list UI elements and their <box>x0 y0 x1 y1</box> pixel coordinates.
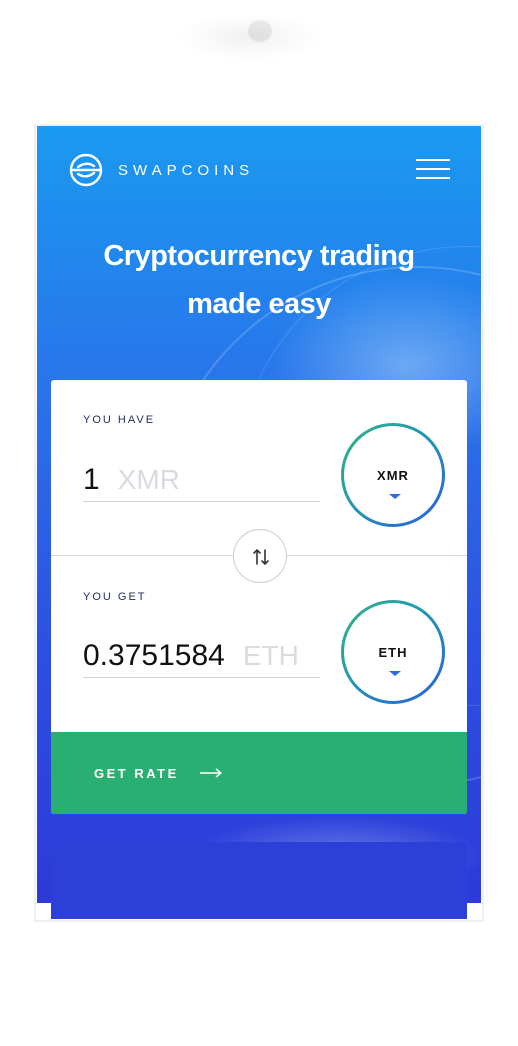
you-have-unit: XMR <box>117 463 180 495</box>
you-have-amount[interactable]: 1 <box>83 463 100 497</box>
chevron-down-icon <box>389 671 401 676</box>
decorative-dot <box>248 20 272 42</box>
you-get-label: YOU GET <box>83 591 147 603</box>
headline-line-2: made easy <box>187 288 331 320</box>
from-coin-selector[interactable]: XMR <box>341 423 445 527</box>
you-have-label: YOU HAVE <box>83 414 156 426</box>
arrow-right-icon <box>199 768 222 778</box>
to-coin-label: ETH <box>378 645 408 660</box>
swapcoins-logo-icon <box>69 153 103 187</box>
swap-button[interactable] <box>233 529 287 583</box>
swap-arrows-icon <box>253 549 269 565</box>
page: SWAPCOINS Cryptocurrency trading made ea… <box>0 0 518 1046</box>
get-rate-button[interactable]: GET RATE <box>51 732 467 814</box>
lower-section <box>51 842 467 919</box>
hamburger-menu-icon[interactable] <box>416 157 450 181</box>
you-get-output[interactable]: 0.3751584 ETH <box>83 634 320 678</box>
exchange-card: YOU HAVE 1 XMR XMR YOU GET 0.3751584 ETH… <box>51 380 467 814</box>
get-rate-label: GET RATE <box>94 765 179 781</box>
you-get-unit: ETH <box>242 639 299 671</box>
chevron-down-icon <box>389 494 401 499</box>
from-coin-label: XMR <box>377 468 409 483</box>
you-get-amount: 0.3751584 <box>83 638 225 672</box>
headline-line-1: Cryptocurrency trading <box>103 240 415 272</box>
to-coin-selector[interactable]: ETH <box>341 600 445 704</box>
hero-headline: Cryptocurrency trading made easy <box>37 232 481 328</box>
you-have-input[interactable]: 1 XMR <box>83 458 320 502</box>
brand-logo[interactable]: SWAPCOINS <box>68 152 254 188</box>
brand-name: SWAPCOINS <box>118 161 255 179</box>
